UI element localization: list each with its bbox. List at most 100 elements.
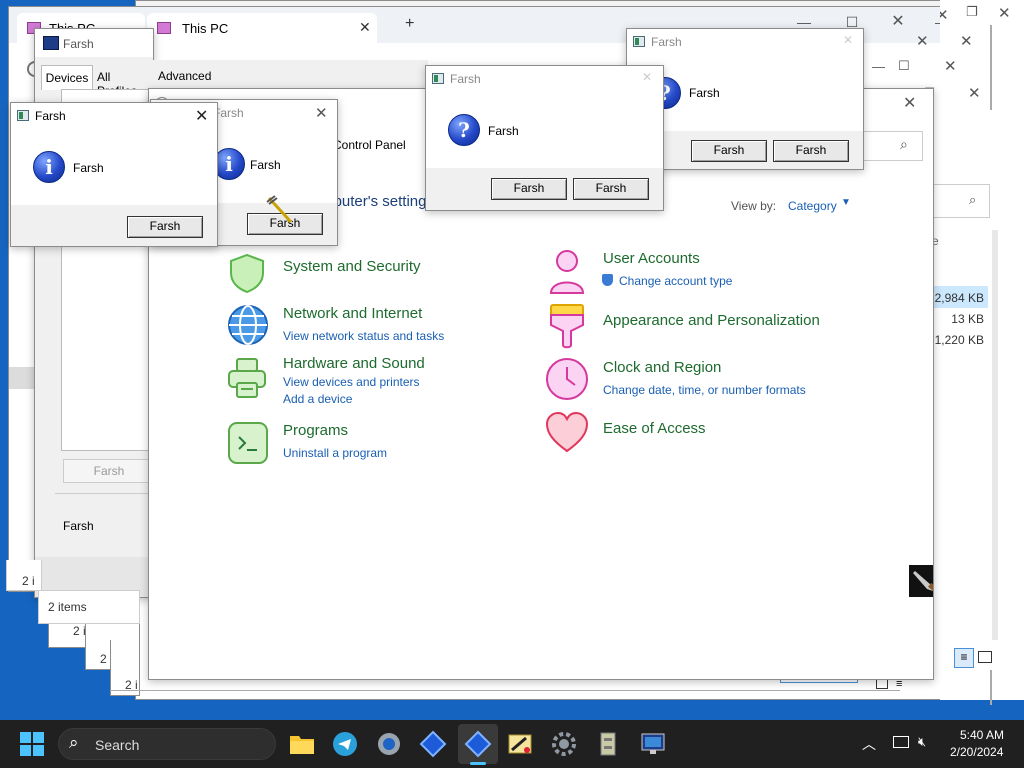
file-size: 13 KB [951, 312, 984, 326]
breadcrumb[interactable]: Control Panel [333, 138, 406, 152]
category-clock-region[interactable]: Clock and Region [603, 359, 721, 376]
farsh-button-disabled[interactable]: Farsh [63, 459, 153, 483]
link-uninstall-program[interactable]: Uninstall a program [283, 446, 387, 460]
close-tab-icon[interactable]: ✕ [359, 19, 371, 36]
search-box[interactable]: ⌕ [932, 184, 990, 218]
close-icon[interactable]: ✕ [944, 57, 957, 75]
chevron-up-icon[interactable]: ︿ [862, 734, 876, 754]
link-change-account-type[interactable]: Change account type [619, 274, 732, 288]
question-icon: ? [448, 114, 480, 146]
fork-cursor-icon [263, 194, 297, 228]
tab-devices[interactable]: Devices [41, 65, 93, 90]
link-view-devices-printers[interactable]: View devices and printers [283, 375, 420, 389]
paintbrush-icon[interactable] [549, 303, 585, 349]
taskbar: ⌕ Search ︿ 🔇︎ 5:40 AM 2/20/2024 [0, 720, 1024, 768]
category-hardware-sound[interactable]: Hardware and Sound [283, 355, 425, 372]
details-view-icon[interactable]: ≡ [954, 648, 974, 668]
close-icon[interactable]: ✕ [903, 93, 916, 113]
telegram-icon[interactable] [331, 730, 359, 758]
clock-time[interactable]: 5:40 AM [960, 728, 1004, 742]
maximize-icon[interactable]: ☐ [898, 58, 910, 74]
globe-icon[interactable] [227, 304, 269, 346]
category-network-internet[interactable]: Network and Internet [283, 305, 422, 322]
remote-desktop-icon[interactable] [419, 730, 447, 758]
farsh-button-2[interactable]: Farsh [573, 178, 649, 200]
question-dialog: Farsh ✕ ? Farsh Farsh Farsh [425, 65, 664, 211]
info-icon: i [33, 151, 65, 183]
terminal-icon[interactable] [227, 421, 269, 465]
close-icon[interactable]: ✕ [315, 104, 328, 122]
close-icon[interactable]: ✕ [968, 84, 981, 102]
close-icon[interactable]: ✕ [998, 4, 1011, 22]
info-dialog: Farsh ✕ i Farsh Farsh [10, 102, 218, 247]
close-icon[interactable]: ✕ [195, 106, 208, 126]
volume-muted-icon[interactable]: 🔇︎ [918, 734, 926, 750]
start-button[interactable] [20, 732, 44, 756]
close-icon[interactable]: ✕ [843, 33, 853, 47]
tiles-view-icon[interactable] [978, 651, 992, 663]
category-appearance-personalization[interactable]: Appearance and Personalization [603, 312, 820, 329]
monitor-app-icon[interactable] [639, 730, 667, 758]
dialog-message: Farsh [488, 124, 519, 138]
dialog-title: Farsh [35, 109, 66, 123]
archive-cabinet-icon[interactable] [594, 730, 622, 758]
category-user-accounts[interactable]: User Accounts [603, 250, 700, 267]
network-icon[interactable] [893, 736, 909, 748]
close-icon[interactable]: ✕ [642, 70, 652, 84]
status-text: 2 items [48, 600, 87, 614]
farsh-button[interactable]: Farsh [127, 216, 203, 238]
category-ease-of-access[interactable]: Ease of Access [603, 420, 706, 437]
tab-this-pc-2[interactable]: This PC ✕ [147, 13, 377, 43]
link-add-device[interactable]: Add a device [283, 392, 352, 406]
clock-icon[interactable] [545, 357, 589, 401]
dialog-message: Farsh [73, 161, 104, 175]
category-programs[interactable]: Programs [283, 422, 348, 439]
farsh-button-1[interactable]: Farsh [691, 140, 767, 162]
knife-icon [909, 565, 933, 597]
device-name: Farsh [63, 519, 94, 533]
view-by-dropdown[interactable]: Category [788, 199, 837, 213]
search-icon: ⌕ [900, 136, 908, 152]
dialog-title: Farsh [450, 72, 481, 86]
page-title: Adjust your computer's settings [334, 193, 434, 210]
link-change-date-time-formats[interactable]: Change date, time, or number formats [603, 383, 806, 397]
tab-advanced[interactable]: Advanced [158, 69, 211, 83]
search-icon: ⌕ [969, 192, 977, 207]
explorer-window-right: ⌕ e 12,984 KB 13 KB 1,220 KB ≡ [932, 110, 1002, 670]
restore-icon[interactable]: ❐ [966, 4, 978, 20]
farsh-button-1[interactable]: Farsh [491, 178, 567, 200]
remote-desktop-icon-active[interactable] [464, 730, 492, 758]
close-icon[interactable]: ✕ [960, 32, 973, 50]
link-view-network-status[interactable]: View network status and tasks [283, 329, 444, 343]
status-text: 2 i [22, 574, 35, 588]
shield-icon[interactable] [229, 253, 265, 294]
chevron-down-icon[interactable]: ▼ [841, 197, 851, 208]
uac-shield-icon [602, 274, 613, 286]
active-indicator [470, 762, 486, 765]
window-title: Farsh [63, 37, 94, 51]
clock-date[interactable]: 2/20/2024 [950, 745, 1003, 759]
button-label: Farsh [795, 143, 827, 157]
settings-gear-icon[interactable] [550, 730, 578, 758]
user-icon[interactable] [547, 249, 587, 295]
dialog-title: Farsh [651, 35, 682, 49]
close-icon[interactable]: ✕ [916, 32, 929, 50]
button-label: Farsh [93, 464, 125, 478]
dialog-message: Farsh [689, 86, 720, 100]
new-tab-icon[interactable]: + [405, 15, 414, 33]
heart-icon[interactable] [545, 411, 589, 453]
view-by-label: View by: [731, 199, 777, 213]
close-icon[interactable]: ✕ [940, 6, 949, 24]
close-button[interactable]: ✕ [875, 7, 921, 37]
paint-app-icon[interactable] [506, 730, 534, 758]
category-system-security[interactable]: System and Security [283, 258, 421, 275]
printer-icon[interactable] [227, 357, 267, 399]
file-size: 1,220 KB [934, 333, 984, 347]
search-icon: ⌕ [69, 733, 79, 752]
app-icon-gear-blue[interactable] [375, 730, 403, 758]
button-label: Farsh [595, 181, 627, 195]
search-box[interactable]: ⌕ Search [58, 728, 276, 760]
minimize-icon[interactable]: — [872, 59, 885, 74]
farsh-button-2[interactable]: Farsh [773, 140, 849, 162]
file-explorer-icon[interactable] [288, 730, 316, 758]
